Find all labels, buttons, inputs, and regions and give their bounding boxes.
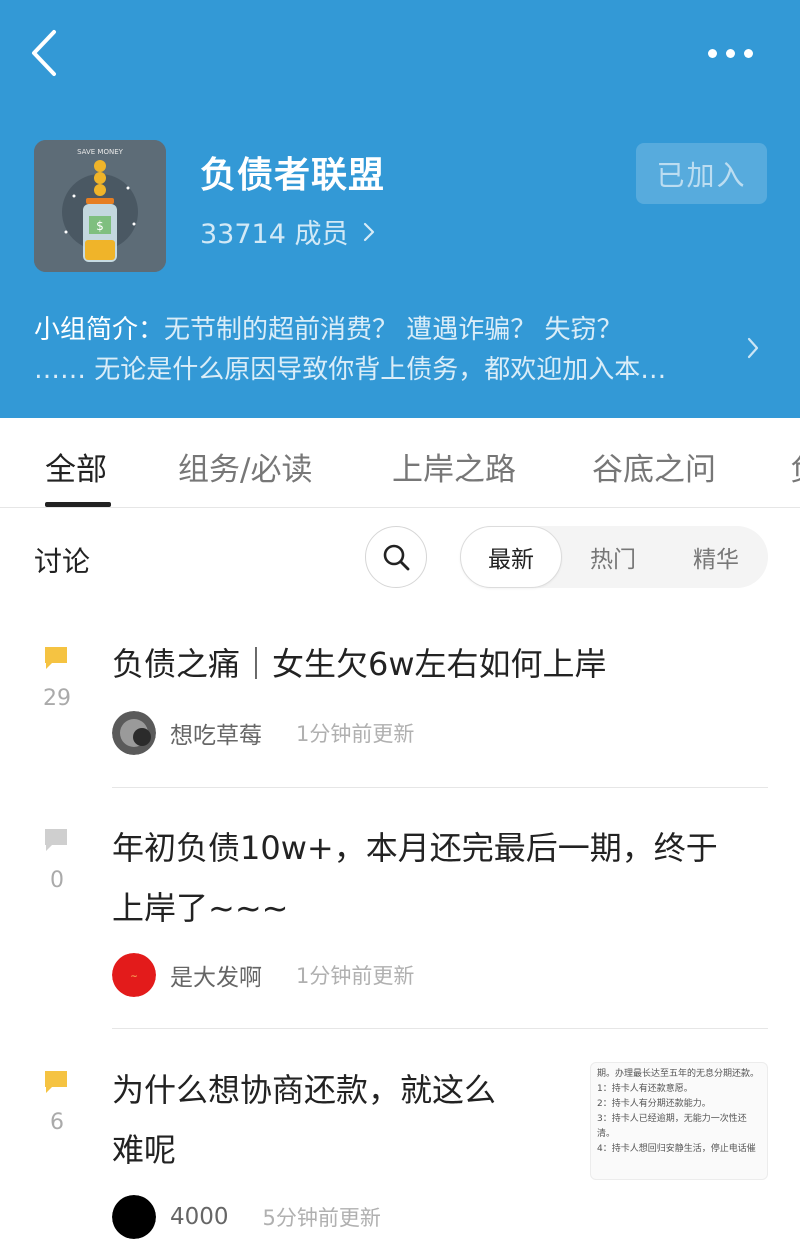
member-count: 33714 成员 bbox=[200, 219, 349, 250]
more-dot-icon bbox=[725, 48, 735, 58]
comment-count: 0 bbox=[50, 868, 64, 893]
svg-text:$: $ bbox=[96, 219, 104, 233]
divider bbox=[112, 787, 768, 788]
intro-text-line2: …… 无论是什么原因导致你背上债务，都欢迎加入本… bbox=[34, 355, 667, 385]
member-count-link[interactable]: 33714 成员 bbox=[200, 212, 376, 251]
chevron-right-icon[interactable] bbox=[746, 336, 760, 360]
post-title: 年初负债10w+，本月还完最后一期，终于 上岸了~~~ bbox=[112, 829, 718, 927]
more-dot-icon bbox=[743, 48, 753, 58]
comment-bubble-icon bbox=[45, 829, 67, 851]
sort-latest[interactable]: 最新 bbox=[460, 526, 562, 588]
tab-shore-road[interactable]: 上岸之路 bbox=[392, 444, 516, 489]
discussion-label: 讨论 bbox=[34, 545, 91, 578]
group-logo: SAVE MONEY $ bbox=[34, 140, 166, 272]
intro-label: 小组简介： bbox=[34, 315, 165, 345]
comment-bubble-icon bbox=[45, 1071, 67, 1093]
comment-count: 6 bbox=[50, 1110, 64, 1135]
group-name: 负债者联盟 bbox=[200, 155, 386, 196]
group-header: SAVE MONEY $ 负债者联盟 33714 成员 已加入 小组简介：无节制… bbox=[0, 0, 800, 418]
category-tabs: 全部 组务/必读 上岸之路 谷底之问 负 bbox=[0, 418, 800, 508]
avatar[interactable]: ~ bbox=[112, 953, 156, 997]
intro-text-line1: 无节制的超前消费？ 遭遇诈骗？ 失窃？ bbox=[164, 315, 623, 345]
avatar[interactable] bbox=[112, 711, 156, 755]
comment-bubble-icon bbox=[45, 647, 67, 669]
sort-hot[interactable]: 热门 bbox=[562, 526, 664, 588]
logo-text: SAVE MONEY bbox=[77, 148, 124, 156]
comment-count: 29 bbox=[43, 686, 71, 711]
author-name[interactable]: 想吃草莓 bbox=[170, 716, 262, 750]
group-intro[interactable]: 小组简介：无节制的超前消费？ 遭遇诈骗？ 失窃？ …… 无论是什么原因导致你背上… bbox=[34, 310, 734, 390]
post-thumbnail[interactable]: 期。办理最长达至五年的无息分期还款。 1：持卡人有还款意愿。 2：持卡人有分期还… bbox=[590, 1062, 768, 1180]
post-meta: 4000 5分钟前更新 bbox=[112, 1194, 381, 1240]
post-meta: ~ 是大发啊 1分钟前更新 bbox=[112, 952, 414, 998]
tab-bottom-questions[interactable]: 谷底之问 bbox=[592, 444, 716, 489]
post-title: 为什么想协商还款，就这么 难呢 bbox=[112, 1071, 497, 1169]
money-jar-icon: SAVE MONEY $ bbox=[34, 140, 166, 272]
more-dot-icon bbox=[707, 48, 717, 58]
update-time: 1分钟前更新 bbox=[296, 722, 415, 746]
avatar[interactable] bbox=[112, 1195, 156, 1239]
joined-button[interactable]: 已加入 bbox=[636, 143, 767, 204]
divider bbox=[112, 1028, 768, 1029]
back-arrow-icon bbox=[32, 30, 56, 76]
active-tab-indicator bbox=[45, 502, 111, 507]
post-title: 负债之痛｜女生欠6w左右如何上岸 bbox=[112, 645, 607, 683]
chevron-right-icon bbox=[364, 222, 375, 241]
tab-notice[interactable]: 组务/必读 bbox=[178, 444, 312, 489]
search-icon bbox=[383, 544, 410, 571]
author-name[interactable]: 是大发啊 bbox=[170, 958, 262, 992]
update-time: 1分钟前更新 bbox=[296, 964, 415, 988]
sort-segmented-control: 最新 热门 精华 bbox=[460, 526, 768, 588]
tab-more[interactable]: 负 bbox=[790, 444, 800, 489]
more-options-button[interactable] bbox=[700, 36, 760, 70]
author-name[interactable]: 4000 bbox=[170, 1204, 229, 1230]
back-button[interactable] bbox=[26, 28, 66, 78]
update-time: 5分钟前更新 bbox=[262, 1206, 381, 1230]
sort-featured[interactable]: 精华 bbox=[664, 526, 768, 588]
post-meta: 想吃草莓 1分钟前更新 bbox=[112, 710, 414, 756]
search-button[interactable] bbox=[365, 526, 427, 588]
svg-text:~: ~ bbox=[130, 972, 138, 982]
tab-all[interactable]: 全部 bbox=[45, 444, 107, 489]
